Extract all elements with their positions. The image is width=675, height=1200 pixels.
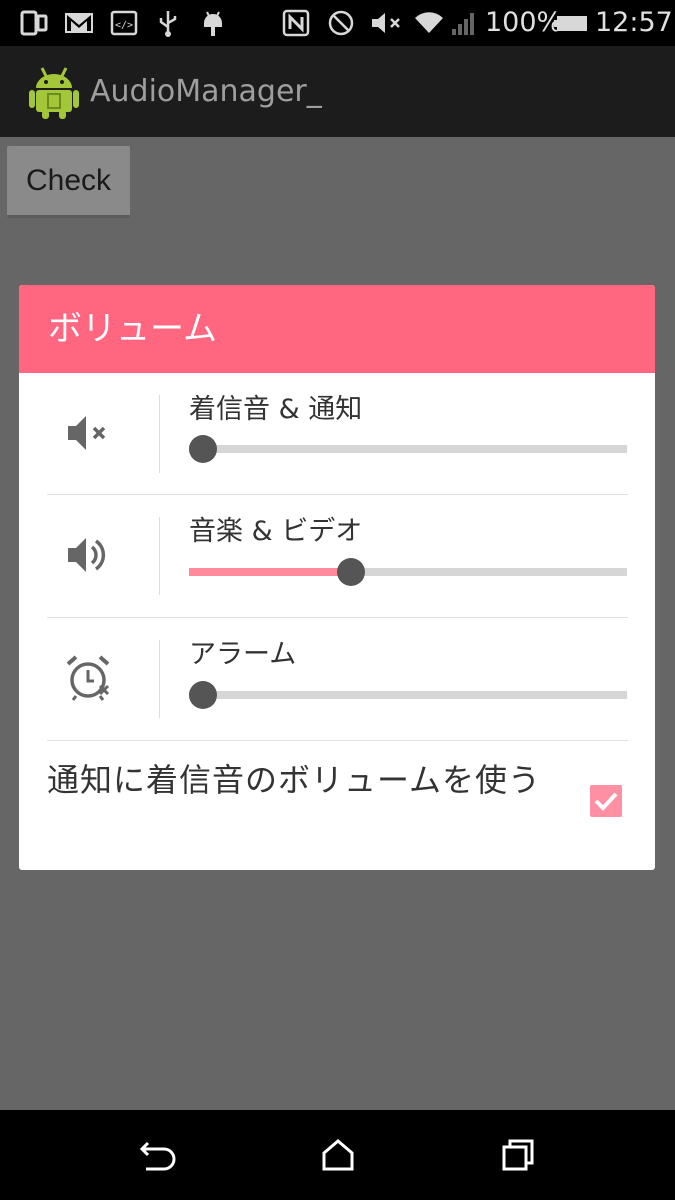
- ringtone-volume-row: 着信音 & 通知: [19, 373, 655, 495]
- alarm-off-icon: [66, 655, 110, 701]
- speaker-volume-icon: [68, 538, 106, 572]
- speaker-muted-icon: [68, 416, 106, 450]
- navigation-bar: [0, 1110, 675, 1200]
- recents-icon[interactable]: [496, 1135, 540, 1175]
- ringtone-label: 着信音 & 通知: [189, 394, 363, 425]
- svg-text:</>: </>: [115, 20, 133, 31]
- block-icon: [328, 10, 354, 36]
- use-ringtone-volume-checkbox[interactable]: [590, 785, 622, 817]
- use-ringtone-volume-label: 通知に着信音のボリュームを使う: [47, 761, 542, 799]
- slider-thumb[interactable]: [337, 558, 366, 586]
- usb-icon: [159, 11, 177, 37]
- alarm-label: アラーム: [189, 639, 297, 670]
- wifi-icon: [415, 12, 443, 34]
- slider-thumb[interactable]: [189, 435, 217, 463]
- battery-percent: 100%: [485, 7, 563, 38]
- status-bar: </> 100% 12:57: [0, 0, 675, 46]
- alarm-volume-row: アラーム: [19, 618, 655, 740]
- gmail-icon: [65, 13, 93, 33]
- clock: 12:57: [595, 7, 673, 38]
- ringtone-slider[interactable]: [189, 435, 627, 463]
- android-debug-icon: [204, 11, 222, 36]
- row-divider: [159, 517, 160, 595]
- tablet-icon: [20, 10, 48, 36]
- slider-fill: [189, 568, 352, 576]
- code-icon: </>: [110, 10, 138, 36]
- battery-icon: [554, 16, 587, 31]
- slider-thumb[interactable]: [189, 681, 217, 709]
- home-icon[interactable]: [316, 1135, 360, 1175]
- music-slider[interactable]: [189, 558, 627, 586]
- dialog-title: ボリューム: [48, 309, 217, 349]
- row-divider: [159, 395, 160, 473]
- nfc-icon: [282, 9, 310, 37]
- app-title: AudioManager_: [90, 74, 322, 109]
- alarm-slider[interactable]: [189, 681, 627, 709]
- back-icon[interactable]: [136, 1135, 180, 1175]
- android-app-icon: [29, 67, 79, 119]
- check-button[interactable]: Check: [7, 146, 130, 218]
- divider: [47, 740, 628, 741]
- checkmark-icon: [594, 792, 618, 811]
- music-volume-row: 音楽 & ビデオ: [19, 495, 655, 617]
- row-divider: [159, 640, 160, 718]
- action-bar: AudioManager_: [0, 46, 675, 137]
- mute-icon: [372, 13, 400, 33]
- music-label: 音楽 & ビデオ: [189, 516, 363, 547]
- volume-dialog: ボリューム 着信音 & 通知 音楽 & ビデオ アラーム 通知に着信音のボリュー…: [19, 285, 655, 870]
- signal-icon: [452, 13, 474, 35]
- dialog-header: ボリューム: [19, 285, 655, 373]
